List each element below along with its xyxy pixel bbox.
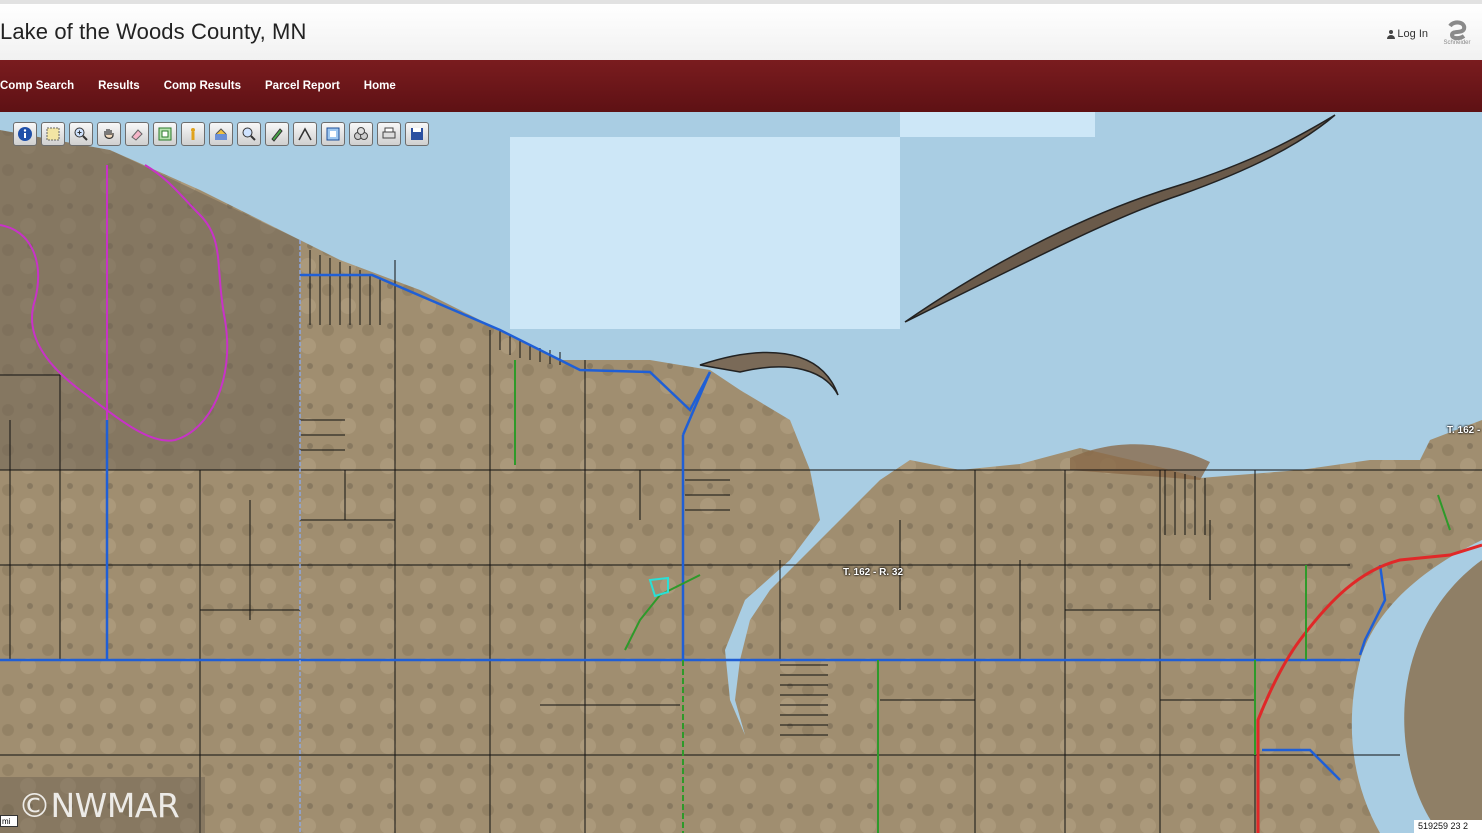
buffer-icon (215, 128, 227, 140)
eraser-button[interactable] (125, 122, 149, 146)
select-area-button[interactable] (41, 122, 65, 146)
eraser-icon (131, 129, 143, 141)
print-icon (382, 127, 396, 139)
street-view-button[interactable] (181, 122, 205, 146)
header-bar: Lake of the Woods County, MN Log In Schn… (0, 0, 1482, 60)
map-canvas[interactable]: T. 162 - R. 32 T. 162 - (0, 112, 1482, 833)
zoom-extent-icon (158, 127, 172, 141)
coordinate-readout: 519259 23 2 (1414, 820, 1482, 833)
township-label-right: T. 162 - (1447, 425, 1481, 436)
save-icon (411, 128, 423, 140)
zoom-out-icon (242, 127, 256, 141)
copyright-text: ©NWMAR (18, 786, 180, 825)
nav-comp-results[interactable]: Comp Results (164, 80, 241, 92)
draw-pencil-icon (271, 128, 283, 142)
zoom-in-button[interactable] (69, 122, 93, 146)
print-button[interactable] (377, 122, 401, 146)
login-link[interactable]: Log In (1387, 28, 1428, 40)
main-nav: Comp Search Results Comp Results Parcel … (0, 60, 1482, 112)
print-map-button[interactable] (321, 122, 345, 146)
zoom-in-icon (74, 127, 88, 141)
imagery-gap (510, 137, 900, 329)
scale-bar: mi (0, 815, 18, 827)
nav-parcel-report[interactable]: Parcel Report (265, 80, 340, 92)
nav-results[interactable]: Results (98, 80, 140, 92)
township-label-center: T. 162 - R. 32 (843, 567, 904, 578)
layers-icon (354, 127, 368, 140)
pan-hand-icon (104, 129, 114, 139)
select-area-icon (46, 127, 60, 141)
layers-button[interactable] (349, 122, 373, 146)
zoom-extent-button[interactable] (153, 122, 177, 146)
login-label: Log In (1397, 28, 1428, 40)
save-button[interactable] (405, 122, 429, 146)
zoom-out-button[interactable] (237, 122, 261, 146)
buffer-button[interactable] (209, 122, 233, 146)
draw-button[interactable] (265, 122, 289, 146)
street-view-icon (191, 128, 195, 140)
measure-icon (298, 127, 312, 141)
nav-comp-search[interactable]: Comp Search (0, 80, 74, 92)
map-graphic (0, 112, 1482, 833)
info-icon (18, 127, 32, 141)
info-button[interactable] (13, 122, 37, 146)
brand-text: Schneider (1443, 40, 1471, 46)
pan-button[interactable] (97, 122, 121, 146)
measure-button[interactable] (293, 122, 317, 146)
app-title: Lake of the Woods County, MN (0, 19, 307, 44)
print-map-icon (326, 127, 340, 141)
map-toolbar (13, 122, 429, 146)
user-icon (1387, 29, 1396, 39)
nav-home[interactable]: Home (364, 80, 396, 92)
